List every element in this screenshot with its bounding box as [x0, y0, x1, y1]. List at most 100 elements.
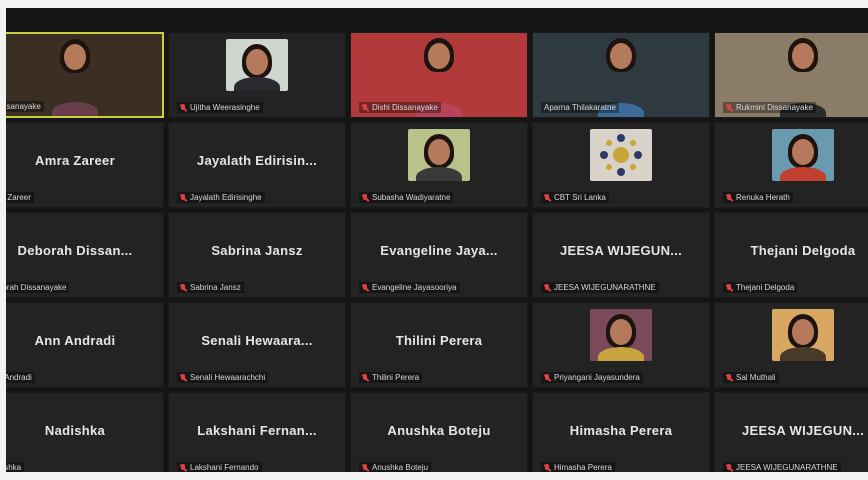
participant-tile[interactable]: Senali Hewaara... Senali Hewaarachchi: [168, 302, 346, 388]
participant-name-label: Dishi Dissanayake: [359, 102, 441, 113]
participant-profile-photo: [590, 309, 652, 361]
participant-name-label: Disanayake: [6, 101, 44, 112]
participant-display-name: Ann Andradi: [34, 333, 116, 348]
participant-name-label: borah Dissanayake: [6, 282, 70, 293]
muted-microphone-icon: [362, 193, 368, 202]
muted-microphone-icon: [544, 463, 550, 472]
participant-label-text: JEESA WIJEGUNARATHNE: [554, 283, 656, 292]
participant-display-name: JEESA WIJEGUN...: [741, 423, 865, 438]
participant-tile[interactable]: Evangeline Jaya... Evangeline Jayasooriya: [350, 212, 528, 298]
participant-display-name: Anushka Boteju: [387, 423, 491, 438]
muted-microphone-icon: [726, 283, 732, 292]
muted-microphone-icon: [362, 373, 368, 382]
muted-microphone-icon: [362, 283, 368, 292]
participant-label-text: Senali Hewaarachchi: [190, 373, 266, 382]
participant-label-text: CBT Sri Lanka: [554, 193, 606, 202]
participant-name-label: Anushka Boteju: [359, 462, 432, 472]
muted-microphone-icon: [544, 193, 550, 202]
participant-profile-photo: [226, 39, 288, 91]
participant-label-text: Rukmini Dissanayake: [736, 103, 813, 112]
muted-microphone-icon: [180, 463, 186, 472]
participant-display-name: Lakshani Fernan...: [197, 423, 317, 438]
participant-label-text: Thilini Perera: [372, 373, 420, 382]
participant-name-label: Evangeline Jayasooriya: [359, 282, 460, 293]
muted-microphone-icon: [180, 103, 186, 112]
participant-profile-photo: [408, 129, 470, 181]
participant-tile[interactable]: JEESA WIJEGUN... JEESA WIJEGUNARATHNE: [714, 392, 868, 472]
participant-label-text: JEESA WIJEGUNARATHNE: [736, 463, 838, 472]
participant-label-text: Thejani Delgoda: [736, 283, 795, 292]
participant-label-text: Himasha Perera: [554, 463, 612, 472]
participant-name-label: Sal Muthali: [723, 372, 779, 383]
participant-tile[interactable]: Sal Muthali: [714, 302, 868, 388]
muted-microphone-icon: [726, 103, 732, 112]
participant-name-label: JEESA WIJEGUNARATHNE: [541, 282, 659, 293]
muted-microphone-icon: [180, 193, 186, 202]
participant-name-label: Sabrina Jansz: [177, 282, 244, 293]
participant-name-label: Aparna Thilakaratne: [541, 102, 619, 113]
participant-name-label: ra Zareer: [6, 192, 34, 203]
participant-tile[interactable]: JEESA WIJEGUN... JEESA WIJEGUNARATHNE: [532, 212, 710, 298]
participant-tile[interactable]: Priyangani Jayasundera: [532, 302, 710, 388]
participant-label-text: Priyangani Jayasundera: [554, 373, 640, 382]
organization-logo-icon: [590, 129, 652, 181]
participant-label-text: Renuka Herath: [736, 193, 790, 202]
participant-tile[interactable]: CBT Sri Lanka: [532, 122, 710, 208]
participant-gallery: Disanayake Ujitha Weerasinghe Dishi Dissan…: [6, 32, 868, 472]
participant-name-label: Ujitha Weerasinghe: [177, 102, 263, 113]
participant-tile[interactable]: Thejani Delgoda Thejani Delgoda: [714, 212, 868, 298]
participant-display-name: JEESA WIJEGUN...: [559, 243, 683, 258]
participant-tile[interactable]: Disanayake: [6, 32, 164, 118]
participant-display-name: Himasha Perera: [569, 423, 673, 438]
participant-label-text: borah Dissanayake: [6, 283, 67, 292]
participant-tile[interactable]: Ann Andradi n Andradi: [6, 302, 164, 388]
participant-tile[interactable]: Subasha Wadiyaratne: [350, 122, 528, 208]
participant-tile[interactable]: Renuka Herath: [714, 122, 868, 208]
participant-name-label: Priyangani Jayasundera: [541, 372, 643, 383]
video-call-window: Disanayake Ujitha Weerasinghe Dishi Dissan…: [6, 8, 868, 472]
participant-label-text: dishka: [6, 463, 22, 472]
participant-display-name: Sabrina Jansz: [211, 243, 303, 258]
participant-profile-photo: [772, 309, 834, 361]
participant-label-text: Subasha Wadiyaratne: [372, 193, 451, 202]
participant-tile[interactable]: Lakshani Fernan... Lakshani Fernando: [168, 392, 346, 472]
participant-tile[interactable]: Himasha Perera Himasha Perera: [532, 392, 710, 472]
muted-microphone-icon: [362, 103, 368, 112]
participant-label-text: Dishi Dissanayake: [372, 103, 438, 112]
participant-name-label: Lakshani Fernando: [177, 462, 262, 472]
participant-label-text: Aparna Thilakaratne: [544, 103, 616, 112]
participant-display-name: Deborah Dissan...: [17, 243, 133, 258]
participant-display-name: Amra Zareer: [35, 153, 115, 168]
muted-microphone-icon: [180, 283, 186, 292]
participant-name-label: JEESA WIJEGUNARATHNE: [723, 462, 841, 472]
muted-microphone-icon: [726, 463, 732, 472]
participant-display-name: Evangeline Jaya...: [380, 243, 498, 258]
participant-display-name: Thilini Perera: [395, 333, 483, 348]
participant-label-text: Sabrina Jansz: [190, 283, 241, 292]
participant-name-label: Subasha Wadiyaratne: [359, 192, 454, 203]
participant-label-text: n Andradi: [6, 373, 32, 382]
participant-label-text: Anushka Boteju: [372, 463, 429, 472]
participant-tile[interactable]: Ujitha Weerasinghe: [168, 32, 346, 118]
participant-tile[interactable]: Nadishka dishka: [6, 392, 164, 472]
participant-display-name: Jayalath Edirisin...: [196, 153, 318, 168]
participant-tile[interactable]: Sabrina Jansz Sabrina Jansz: [168, 212, 346, 298]
participant-tile[interactable]: Anushka Boteju Anushka Boteju: [350, 392, 528, 472]
muted-microphone-icon: [726, 193, 732, 202]
participant-label-text: Lakshani Fernando: [190, 463, 259, 472]
participant-name-label: Senali Hewaarachchi: [177, 372, 269, 383]
participant-tile[interactable]: Deborah Dissan... borah Dissanayake: [6, 212, 164, 298]
muted-microphone-icon: [180, 373, 186, 382]
participant-label-text: Jayalath Edirisinghe: [190, 193, 262, 202]
participant-name-label: Thilini Perera: [359, 372, 423, 383]
muted-microphone-icon: [726, 373, 732, 382]
participant-name-label: Thejani Delgoda: [723, 282, 798, 293]
participant-tile[interactable]: Amra Zareer ra Zareer: [6, 122, 164, 208]
participant-tile[interactable]: Jayalath Edirisin... Jayalath Edirisinghe: [168, 122, 346, 208]
muted-microphone-icon: [362, 463, 368, 472]
participant-tile[interactable]: Thilini Perera Thilini Perera: [350, 302, 528, 388]
participant-tile[interactable]: Rukmini Dissanayake: [714, 32, 868, 118]
participant-tile[interactable]: Dishi Dissanayake: [350, 32, 528, 118]
participant-tile[interactable]: Aparna Thilakaratne: [532, 32, 710, 118]
participant-name-label: Rukmini Dissanayake: [723, 102, 816, 113]
